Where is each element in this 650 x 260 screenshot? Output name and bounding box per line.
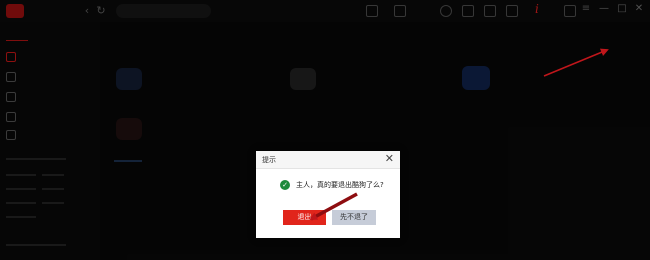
dialog-close-button[interactable]: ✕ [385, 152, 394, 165]
dialog-header: 提示 ✕ [256, 151, 400, 169]
dialog-message: 主人，真的要退出酷狗了么? [296, 181, 384, 189]
exit-confirm-dialog: 提示 ✕ ✓ 主人，真的要退出酷狗了么? 退出 先不退了 [256, 151, 400, 238]
app-window: ‹ ↻ i ≡ — □ ✕ 提示 ✕ ✓ 主人，真的要退出酷狗了么? 退出 先不… [0, 0, 650, 260]
confirm-exit-button[interactable]: 退出 [283, 210, 326, 225]
check-icon: ✓ [280, 180, 290, 190]
dialog-title: 提示 [262, 156, 276, 164]
cancel-exit-button[interactable]: 先不退了 [332, 210, 376, 225]
